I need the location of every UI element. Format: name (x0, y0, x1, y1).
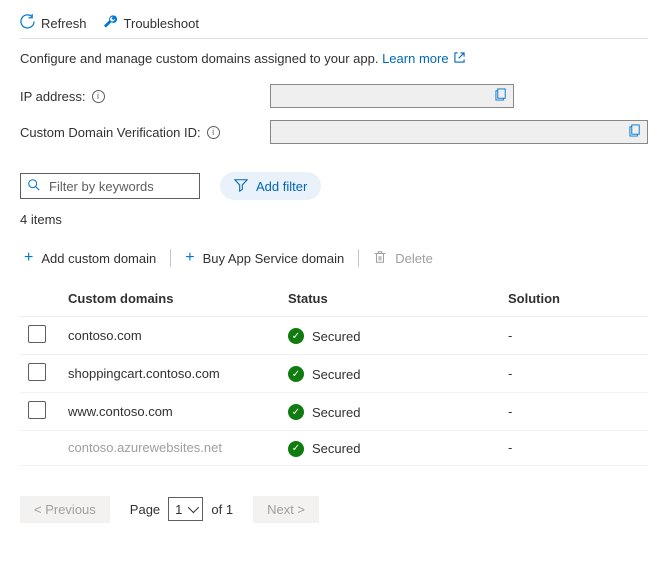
page-current: 1 (175, 502, 182, 517)
domain-cell: shoppingcart.contoso.com (60, 355, 280, 393)
cdvid-row: Custom Domain Verification ID: i (20, 120, 648, 144)
domain-cell: contoso.com (60, 317, 280, 355)
page-info: Page 1 of 1 (130, 497, 233, 521)
filter-icon (234, 178, 248, 195)
status-label: Secured (312, 367, 360, 382)
refresh-button[interactable]: Refresh (20, 14, 87, 32)
status-label: Secured (312, 441, 360, 456)
divider (170, 249, 171, 267)
next-button: Next > (253, 496, 319, 523)
trash-icon (373, 250, 387, 267)
delete-button: Delete (369, 246, 437, 271)
header-status[interactable]: Status (280, 281, 500, 317)
secured-icon: ✓ (288, 366, 304, 382)
external-link-icon (454, 51, 465, 66)
ip-label-text: IP address: (20, 89, 86, 104)
table-row[interactable]: www.contoso.com ✓ Secured - (20, 393, 648, 431)
search-box[interactable] (20, 173, 200, 199)
table-row: contoso.azurewebsites.net ✓ Secured - (20, 431, 648, 466)
delete-label: Delete (395, 251, 433, 266)
wrench-icon (103, 14, 118, 32)
status-cell: ✓ Secured (288, 328, 360, 344)
copy-cdvid-button[interactable] (623, 121, 647, 143)
page-label: Page (130, 502, 160, 517)
refresh-icon (20, 14, 35, 32)
items-count: 4 items (20, 212, 648, 227)
chevron-down-icon (188, 502, 199, 513)
search-icon (27, 178, 41, 195)
description-content: Configure and manage custom domains assi… (20, 51, 378, 66)
ip-address-row: IP address: i (20, 84, 648, 108)
secured-icon: ✓ (288, 441, 304, 457)
pagination: < Previous Page 1 of 1 Next > (20, 496, 648, 523)
cdvid-label-text: Custom Domain Verification ID: (20, 125, 201, 140)
domains-table: Custom domains Status Solution contoso.c… (20, 281, 648, 466)
copy-icon (629, 124, 642, 140)
solution-cell: - (500, 393, 648, 431)
filter-input[interactable] (47, 178, 193, 195)
add-domain-label: Add custom domain (41, 251, 156, 266)
solution-cell: - (500, 355, 648, 393)
ip-address-input[interactable] (270, 84, 514, 108)
solution-cell: - (500, 431, 648, 466)
page-total: of 1 (211, 502, 233, 517)
info-icon[interactable]: i (92, 90, 105, 103)
domain-cell: www.contoso.com (60, 393, 280, 431)
domain-cell: contoso.azurewebsites.net (60, 431, 280, 466)
status-cell: ✓ Secured (288, 441, 360, 457)
learn-more-link[interactable]: Learn more (382, 51, 465, 66)
table-row[interactable]: shoppingcart.contoso.com ✓ Secured - (20, 355, 648, 393)
ip-address-field (270, 84, 514, 108)
cdvid-input[interactable] (270, 120, 648, 144)
row-checkbox[interactable] (28, 325, 46, 343)
status-cell: ✓ Secured (288, 366, 360, 382)
status-label: Secured (312, 405, 360, 420)
status-cell: ✓ Secured (288, 404, 360, 420)
plus-icon: + (24, 249, 33, 267)
refresh-label: Refresh (41, 16, 87, 31)
secured-icon: ✓ (288, 328, 304, 344)
copy-ip-button[interactable] (489, 85, 513, 107)
add-custom-domain-button[interactable]: + Add custom domain (20, 245, 160, 271)
command-bar: Refresh Troubleshoot (20, 8, 648, 39)
row-checkbox[interactable] (28, 401, 46, 419)
header-domain[interactable]: Custom domains (60, 281, 280, 317)
add-filter-label: Add filter (256, 179, 307, 194)
plus-icon: + (185, 249, 194, 267)
learn-more-label: Learn more (382, 51, 448, 66)
action-bar: + Add custom domain + Buy App Service do… (20, 245, 648, 271)
info-icon[interactable]: i (207, 126, 220, 139)
previous-button: < Previous (20, 496, 110, 523)
buy-domain-label: Buy App Service domain (203, 251, 345, 266)
description-text: Configure and manage custom domains assi… (20, 51, 648, 66)
secured-icon: ✓ (288, 404, 304, 420)
page-select[interactable]: 1 (168, 497, 203, 521)
add-filter-button[interactable]: Add filter (220, 172, 321, 200)
copy-icon (495, 88, 508, 104)
table-row[interactable]: contoso.com ✓ Secured - (20, 317, 648, 355)
troubleshoot-label: Troubleshoot (124, 16, 199, 31)
cdvid-field (270, 120, 648, 144)
troubleshoot-button[interactable]: Troubleshoot (103, 14, 199, 32)
row-checkbox[interactable] (28, 363, 46, 381)
divider (358, 249, 359, 267)
status-label: Secured (312, 329, 360, 344)
solution-cell: - (500, 317, 648, 355)
cdvid-label: Custom Domain Verification ID: i (20, 125, 270, 140)
ip-address-label: IP address: i (20, 89, 270, 104)
buy-domain-button[interactable]: + Buy App Service domain (181, 245, 348, 271)
filter-row: Add filter (20, 172, 648, 200)
header-solution[interactable]: Solution (500, 281, 648, 317)
